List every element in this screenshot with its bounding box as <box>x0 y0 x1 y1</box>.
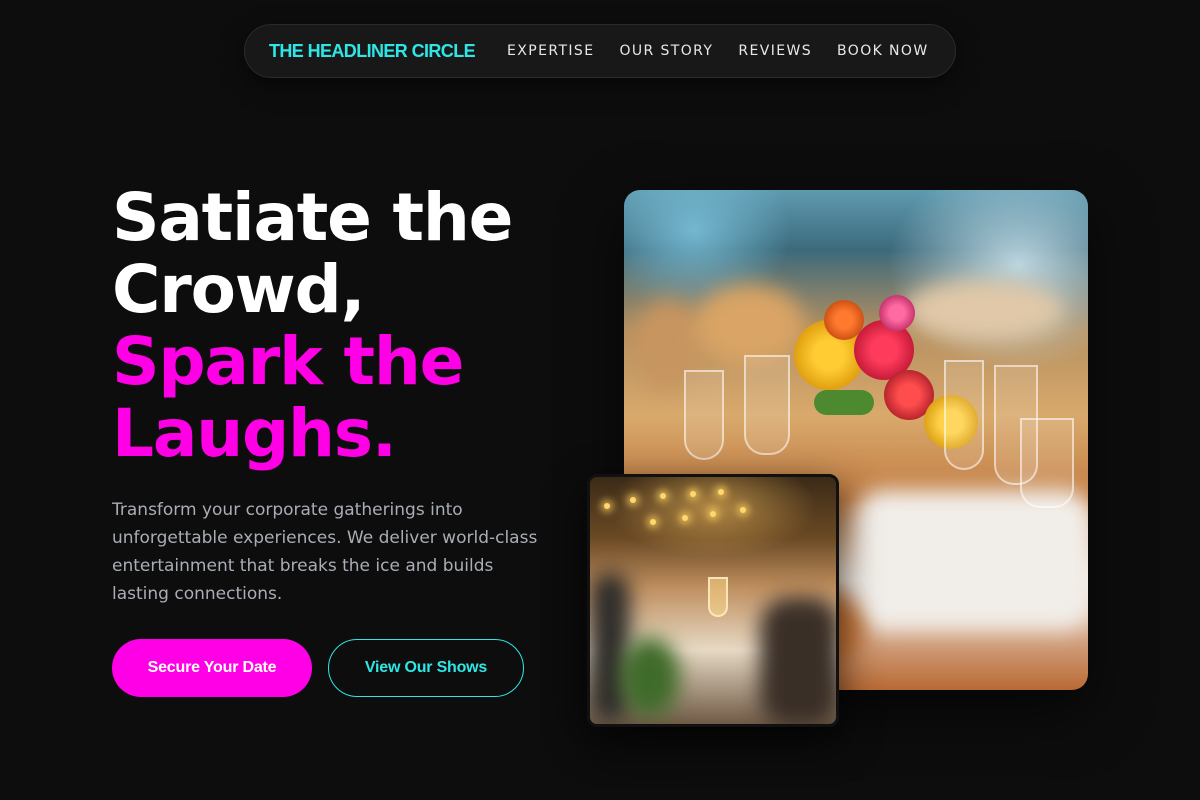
flower-pink <box>879 295 915 331</box>
nav-link-expertise[interactable]: EXPERTISE <box>507 43 594 59</box>
guest-silhouette <box>760 597 836 724</box>
string-light <box>710 511 716 517</box>
string-light <box>660 493 666 499</box>
blurred-chair <box>694 285 804 365</box>
top-navigation: THE HEADLINER CIRCLE EXPERTISE OUR STORY… <box>244 24 956 78</box>
wine-glass <box>684 370 724 460</box>
hero-description: Transform your corporate gatherings into… <box>112 500 538 604</box>
guests-toasting-image <box>587 474 839 727</box>
nav-link-our-story[interactable]: OUR STORY <box>619 43 713 59</box>
string-light <box>630 497 636 503</box>
string-light <box>604 503 610 509</box>
headline-line-2: Crowd, <box>112 251 366 328</box>
headline-highlight-line-2: Laughs. <box>112 395 397 472</box>
view-our-shows-button[interactable]: View Our Shows <box>328 639 524 697</box>
headline-highlight-line-1: Spark the <box>112 323 464 400</box>
string-light <box>740 507 746 513</box>
landing-page: THE HEADLINER CIRCLE EXPERTISE OUR STORY… <box>0 0 1200 800</box>
flower-orange <box>824 300 864 340</box>
guest-silhouette <box>590 572 630 722</box>
table-flowers <box>620 637 680 717</box>
string-light <box>682 515 688 521</box>
leaf <box>814 390 874 415</box>
blurred-plate <box>854 490 1088 630</box>
hero-headline: Satiate the Crowd, Spark the Laughs. <box>112 182 582 470</box>
wine-glass <box>944 360 984 470</box>
string-light <box>690 491 696 497</box>
nav-link-book-now[interactable]: BOOK NOW <box>837 43 929 59</box>
secure-your-date-button[interactable]: Secure Your Date <box>112 639 312 697</box>
champagne-glass <box>708 577 728 617</box>
wine-glass <box>744 355 790 455</box>
string-light <box>718 489 724 495</box>
brand-logo[interactable]: THE HEADLINER CIRCLE <box>269 41 476 62</box>
wine-glass <box>1020 418 1074 508</box>
blurred-background <box>904 280 1064 340</box>
nav-link-reviews[interactable]: REVIEWS <box>738 43 812 59</box>
nav-links: EXPERTISE OUR STORY REVIEWS BOOK NOW <box>507 43 929 59</box>
headline-line-1: Satiate the <box>112 179 513 256</box>
string-light <box>650 519 656 525</box>
